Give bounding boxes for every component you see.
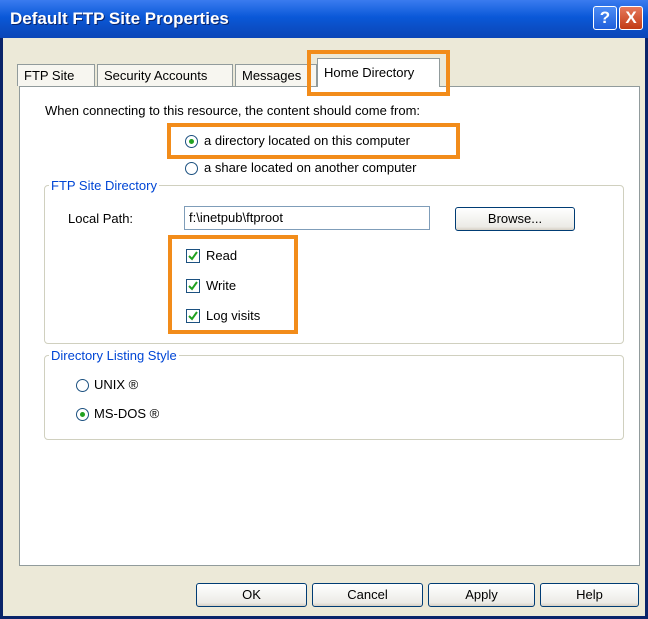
log-visits-checkbox[interactable]: [186, 309, 200, 323]
share-radio-label[interactable]: a share located on another computer: [204, 160, 416, 175]
content-source-label: When connecting to this resource, the co…: [45, 103, 421, 118]
radio-selected-dot: [80, 412, 85, 417]
home-directory-panel: When connecting to this resource, the co…: [19, 86, 640, 566]
ms-dos-radio-label[interactable]: MS-DOS ®: [94, 406, 159, 421]
check-icon: [188, 251, 198, 261]
ftp-site-directory-group: FTP Site Directory: [44, 178, 624, 344]
write-label[interactable]: Write: [206, 278, 236, 293]
local-path-field[interactable]: f:\inetpub\ftproot: [184, 206, 430, 230]
ms-dos-radio[interactable]: [76, 408, 89, 421]
help-title-button[interactable]: ?: [593, 6, 617, 30]
directory-listing-style-group: Directory Listing Style: [44, 348, 624, 440]
tab-messages[interactable]: Messages: [235, 64, 317, 86]
read-checkbox[interactable]: [186, 249, 200, 263]
share-radio[interactable]: [185, 162, 198, 175]
tab-ftp-site[interactable]: FTP Site: [17, 64, 95, 86]
cancel-button[interactable]: Cancel: [312, 583, 423, 607]
unix-radio[interactable]: [76, 379, 89, 392]
check-icon: [188, 311, 198, 321]
window-title: Default FTP Site Properties: [10, 9, 229, 28]
tab-home-directory[interactable]: Home Directory: [317, 58, 440, 87]
check-icon: [188, 281, 198, 291]
ok-button[interactable]: OK: [196, 583, 307, 607]
directory-radio[interactable]: [185, 135, 198, 148]
radio-selected-dot: [189, 139, 194, 144]
properties-dialog: Default FTP Site Properties ? X FTP Site…: [0, 0, 648, 619]
apply-button[interactable]: Apply: [428, 583, 535, 607]
write-checkbox[interactable]: [186, 279, 200, 293]
directory-listing-style-legend: Directory Listing Style: [51, 348, 177, 363]
browse-button[interactable]: Browse...: [455, 207, 575, 231]
log-visits-label[interactable]: Log visits: [206, 308, 260, 323]
close-button[interactable]: X: [619, 6, 643, 30]
local-path-label: Local Path:: [68, 211, 134, 226]
title-bar[interactable]: Default FTP Site Properties ? X: [0, 0, 648, 38]
directory-radio-label[interactable]: a directory located on this computer: [204, 133, 410, 148]
read-label[interactable]: Read: [206, 248, 237, 263]
ftp-site-directory-legend: FTP Site Directory: [51, 178, 157, 193]
unix-radio-label[interactable]: UNIX ®: [94, 377, 138, 392]
tab-security-accounts[interactable]: Security Accounts: [97, 64, 233, 86]
help-button[interactable]: Help: [540, 583, 639, 607]
